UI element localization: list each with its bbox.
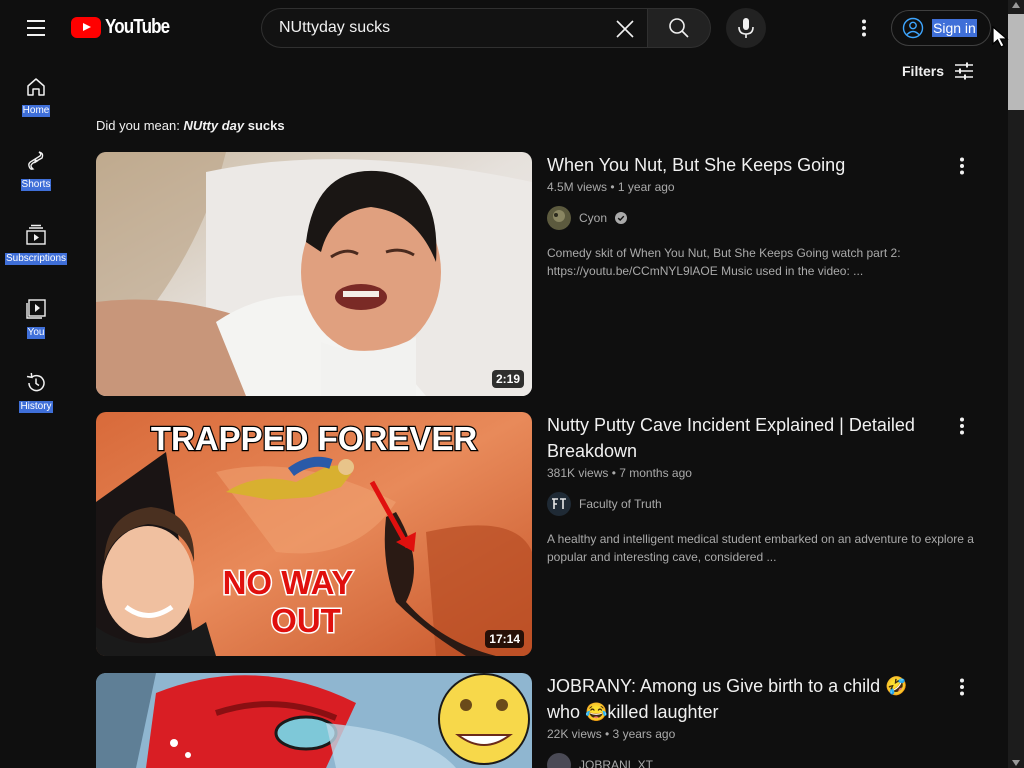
sidebar-item-label: History [19, 401, 53, 413]
spelling-suggestion-link[interactable]: NUtty day sucks [183, 118, 284, 133]
channel-avatar [547, 753, 571, 768]
logo-text: YouTube [105, 16, 170, 38]
more-vertical-icon [960, 157, 964, 175]
video-action-menu-button[interactable] [948, 673, 976, 701]
video-meta: 381K views • 7 months ago [547, 466, 692, 480]
video-thumbnail[interactable]: 2:19 [96, 152, 532, 396]
channel-name: Cyon [579, 211, 608, 225]
video-title[interactable]: JOBRANY: Among us Give birth to a child … [547, 673, 937, 725]
video-title[interactable]: When You Nut, But She Keeps Going [547, 152, 937, 178]
video-meta: 22K views • 3 years ago [547, 727, 676, 741]
suggestion-corrected-part: NUtty day [183, 118, 245, 133]
home-icon [27, 78, 45, 96]
thumbnail-caption-text: NO WAY [223, 564, 354, 601]
sidebar-item-you[interactable]: You [0, 278, 72, 352]
filters-button[interactable]: Filters [902, 62, 974, 80]
more-vertical-icon [960, 417, 964, 435]
more-vertical-icon [862, 19, 866, 37]
youtube-logo[interactable]: YouTube [71, 16, 181, 39]
channel-name: JOBRANI_XT [579, 758, 654, 768]
menu-icon-bar [27, 27, 45, 29]
mouse-cursor-icon [992, 26, 1009, 48]
filters-label: Filters [902, 63, 945, 79]
you-library-icon [26, 299, 46, 319]
video-title[interactable]: Nutty Putty Cave Incident Explained | De… [547, 412, 937, 464]
did-you-mean: Did you mean: NUtty day sucks [96, 118, 285, 133]
close-icon [616, 20, 634, 38]
search-input[interactable] [279, 19, 609, 37]
shorts-icon [28, 151, 44, 170]
video-info: When You Nut, But She Keeps Going 4.5M v… [547, 152, 987, 280]
video-info: JOBRANY: Among us Give birth to a child … [547, 673, 987, 768]
subscriptions-icon [26, 224, 46, 245]
guide-menu-button[interactable] [18, 10, 54, 46]
menu-icon-bar [27, 20, 45, 22]
sign-in-label: Sign in [932, 19, 977, 37]
clear-search-button[interactable] [609, 13, 641, 45]
video-description: Comedy skit of When You Nut, But She Kee… [547, 246, 901, 278]
mini-guide: Home Shorts Subscriptions You History [0, 56, 72, 426]
channel-link[interactable]: JOBRANI_XT [547, 753, 987, 768]
channel-link[interactable]: Faculty of Truth [547, 492, 987, 516]
video-duration-badge: 17:14 [485, 630, 524, 648]
sidebar-item-label: Subscriptions [4, 253, 68, 265]
sidebar-item-label: Shorts [20, 179, 52, 191]
settings-more-button[interactable] [848, 12, 880, 44]
video-duration-badge: 2:19 [491, 370, 524, 388]
history-icon [26, 372, 45, 392]
sidebar-item-label: You [26, 327, 46, 339]
did-you-mean-prefix: Did you mean: [96, 118, 180, 133]
search-bar [261, 8, 711, 48]
more-vertical-icon [960, 678, 964, 696]
masthead: YouTube Sign in [0, 0, 1008, 56]
scroll-up-arrow-icon[interactable] [1012, 2, 1020, 8]
video-info: Nutty Putty Cave Incident Explained | De… [547, 412, 987, 566]
video-meta: 4.5M views • 1 year ago [547, 180, 675, 194]
sign-in-button[interactable]: Sign in [891, 10, 991, 46]
suggestion-rest: sucks [244, 118, 285, 133]
youtube-logo-icon [71, 17, 101, 38]
search-button[interactable] [647, 8, 711, 48]
sidebar-item-home[interactable]: Home [0, 56, 72, 130]
tune-icon [955, 62, 974, 80]
thumbnail-image [96, 673, 532, 768]
scroll-down-arrow-icon[interactable] [1012, 760, 1020, 766]
verified-badge-icon [615, 212, 628, 224]
sidebar-item-subscriptions[interactable]: Subscriptions [0, 204, 72, 278]
voice-search-button[interactable] [726, 8, 766, 48]
sidebar-item-label: Home [21, 105, 51, 117]
channel-avatar [547, 492, 571, 516]
video-description: A healthy and intelligent medical studen… [547, 532, 974, 564]
search-icon [669, 18, 689, 38]
video-action-menu-button[interactable] [948, 152, 976, 180]
channel-avatar [547, 206, 571, 230]
video-action-menu-button[interactable] [948, 412, 976, 440]
microphone-icon [738, 18, 754, 38]
page-scrollbar[interactable] [1008, 0, 1024, 768]
sidebar-item-history[interactable]: History [0, 352, 72, 426]
menu-icon-bar [27, 34, 45, 36]
thumbnail-image: TRAPPED FOREVER NO WAY OUT [96, 412, 532, 656]
thumbnail-headline-text: TRAPPED FOREVER [151, 420, 478, 457]
channel-link[interactable]: Cyon [547, 206, 987, 230]
video-thumbnail[interactable]: TRAPPED FOREVER NO WAY OUT 17:14 [96, 412, 532, 656]
thumbnail-caption-text: OUT [271, 602, 341, 639]
channel-name: Faculty of Truth [579, 497, 662, 511]
account-icon [902, 17, 924, 39]
sidebar-item-shorts[interactable]: Shorts [0, 130, 72, 204]
search-box[interactable] [261, 8, 647, 48]
thumbnail-image [96, 152, 532, 396]
video-thumbnail[interactable] [96, 673, 532, 768]
